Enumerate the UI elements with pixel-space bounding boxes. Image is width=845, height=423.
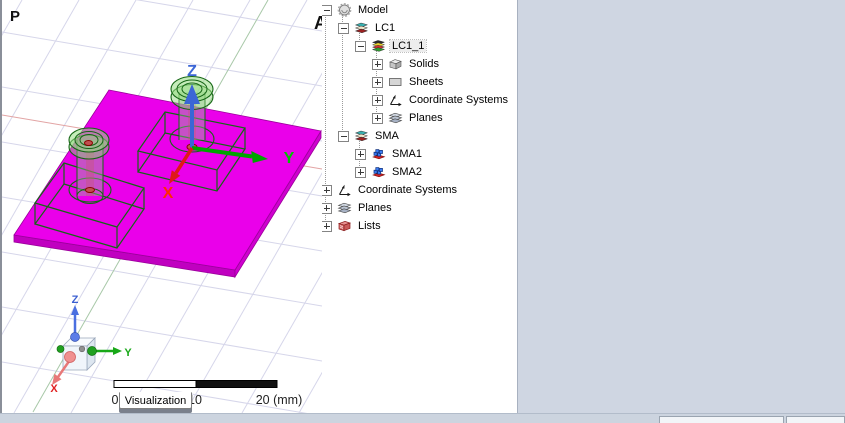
z-axis-label: Z bbox=[187, 63, 197, 80]
viewport-overlay-label-right: A bbox=[314, 13, 322, 33]
model-tree-panel: Model LC1 LC1_1 Solids Sheets Coordinate… bbox=[317, 0, 518, 413]
triad-z-arrow bbox=[71, 305, 79, 315]
coordinate-systems-icon bbox=[339, 184, 351, 197]
solids-icon bbox=[389, 59, 402, 70]
tree-expand-toggle[interactable] bbox=[372, 94, 383, 106]
viewport-canvas[interactable]: Z Y X Z Y X 0 10 20 (mm) P A bbox=[0, 0, 593, 423]
tree-item-label: SMA2 bbox=[392, 166, 422, 178]
viewport-overlay-label-left: P bbox=[10, 8, 20, 25]
tree-expand-toggle[interactable] bbox=[355, 148, 366, 160]
tree-expand-toggle[interactable] bbox=[355, 40, 366, 52]
triad-y-label: Y bbox=[124, 347, 132, 359]
components-stack-icon bbox=[354, 22, 369, 34]
tree-item-label: Lists bbox=[358, 220, 381, 232]
tree-expand-toggle[interactable] bbox=[338, 22, 349, 34]
tree-expand-toggle[interactable] bbox=[338, 130, 349, 142]
lists-icon bbox=[337, 221, 352, 232]
viewport-3d[interactable]: Z Y X Z Y X 0 10 20 (mm) P A bbox=[0, 0, 593, 423]
planes-icon bbox=[388, 112, 403, 124]
mt-item-sma[interactable]: SMA bbox=[317, 127, 517, 145]
tree-item-label: Planes bbox=[409, 112, 443, 124]
tab-visualization[interactable]: Visualization bbox=[119, 392, 192, 409]
tree-expand-toggle[interactable] bbox=[321, 4, 332, 16]
mt-item-coordinate-systems[interactable]: Coordinate Systems bbox=[317, 91, 517, 109]
mt-item-coordinate-systems-root[interactable]: Coordinate Systems bbox=[317, 181, 517, 199]
status-pane-1 bbox=[659, 416, 784, 423]
mt-item-planes[interactable]: Planes bbox=[317, 109, 517, 127]
sma-component-icon bbox=[372, 149, 386, 160]
mt-item-lc1[interactable]: LC1 bbox=[317, 19, 517, 37]
tree-item-label: Planes bbox=[358, 202, 392, 214]
tree-expand-toggle[interactable] bbox=[321, 220, 332, 232]
tree-item-label: Solids bbox=[409, 58, 439, 70]
scale-tick-0: 0 bbox=[112, 393, 119, 407]
tree-item-label: Coordinate Systems bbox=[358, 184, 458, 196]
app-window: Project Manager TargetDesign_converted* … bbox=[0, 0, 845, 423]
tree-item-label: LC1 bbox=[375, 22, 396, 34]
triad-y-arrow bbox=[113, 347, 122, 355]
tree-item-label: LC1_1 bbox=[388, 39, 428, 53]
mt-item-planes-root[interactable]: Planes bbox=[317, 199, 517, 217]
tree-expand-toggle[interactable] bbox=[372, 76, 383, 88]
tree-expand-toggle[interactable] bbox=[355, 166, 366, 178]
mt-item-lists[interactable]: Lists bbox=[317, 217, 517, 235]
tree-item-label: Model bbox=[358, 4, 388, 16]
planes-icon bbox=[337, 202, 352, 214]
mt-item-sma1[interactable]: SMA1 bbox=[317, 145, 517, 163]
mt-item-sheets[interactable]: Sheets bbox=[317, 73, 517, 91]
triad-x-label: X bbox=[50, 383, 58, 395]
x-axis-label: X bbox=[163, 185, 174, 202]
layered-component-icon bbox=[371, 40, 386, 52]
pcb-board[interactable] bbox=[13, 89, 322, 279]
scale-tick-20: 20 (mm) bbox=[256, 393, 303, 407]
tree-item-label: Sheets bbox=[409, 76, 444, 88]
model-tree: Model LC1 LC1_1 Solids Sheets Coordinate… bbox=[317, 1, 517, 411]
sheets-icon bbox=[389, 78, 402, 86]
tree-expand-toggle[interactable] bbox=[321, 202, 332, 214]
mt-item-sma2[interactable]: SMA2 bbox=[317, 163, 517, 181]
status-bar bbox=[0, 413, 845, 423]
status-pane-2 bbox=[786, 416, 845, 423]
tree-expand-toggle[interactable] bbox=[372, 58, 383, 70]
tree-item-label: SMA1 bbox=[392, 148, 422, 160]
triad-z-label: Z bbox=[72, 294, 79, 306]
tree-expand-toggle[interactable] bbox=[321, 184, 332, 196]
model-icon bbox=[337, 3, 352, 17]
mt-item-model[interactable]: Model bbox=[317, 1, 517, 19]
coordinate-systems-icon bbox=[390, 94, 402, 107]
y-axis-label: Y bbox=[284, 150, 295, 167]
tree-item-label: SMA bbox=[375, 130, 399, 142]
mt-item-lc1-1[interactable]: LC1_1 bbox=[317, 37, 517, 55]
components-stack-icon bbox=[354, 130, 369, 142]
tree-item-label: Coordinate Systems bbox=[409, 94, 509, 106]
sma-component-icon bbox=[372, 167, 386, 178]
mt-item-solids[interactable]: Solids bbox=[317, 55, 517, 73]
tree-expand-toggle[interactable] bbox=[372, 112, 383, 124]
